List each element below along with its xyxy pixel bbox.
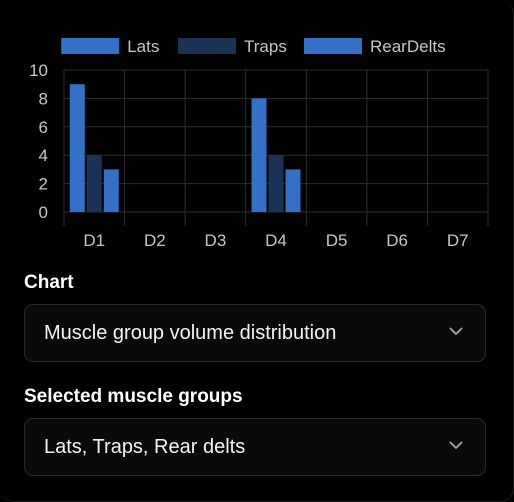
x-tick-label: D6 bbox=[386, 231, 408, 250]
x-tick-label: D5 bbox=[326, 231, 348, 250]
x-tick-label: D2 bbox=[144, 231, 166, 250]
chart-select[interactable]: Muscle group volume distribution bbox=[24, 304, 486, 362]
y-tick-label: 0 bbox=[39, 203, 48, 222]
legend-label-traps: Traps bbox=[244, 37, 287, 56]
muscle-groups-select-label: Selected muscle groups bbox=[24, 386, 243, 407]
legend-label-lats: Lats bbox=[127, 37, 159, 56]
x-tick-label: D7 bbox=[447, 231, 469, 250]
y-tick-label: 10 bbox=[29, 61, 48, 80]
chart-select-value: Muscle group volume distribution bbox=[44, 322, 337, 344]
legend-swatch-traps bbox=[178, 38, 236, 54]
legend-swatch-reardelts bbox=[304, 38, 362, 54]
legend-swatch-lats bbox=[61, 38, 120, 54]
chevron-down-icon bbox=[449, 327, 463, 335]
x-tick-label: D4 bbox=[265, 231, 287, 250]
legend-label-reardelts: RearDelts bbox=[370, 37, 446, 56]
chevron-down-icon bbox=[449, 441, 463, 449]
bar-traps-d4 bbox=[268, 155, 284, 212]
y-tick-label: 4 bbox=[39, 146, 48, 165]
y-tick-label: 6 bbox=[39, 118, 48, 137]
muscle-groups-select-value: Lats, Traps, Rear delts bbox=[44, 436, 246, 458]
bar-reardelts-d1 bbox=[103, 169, 119, 212]
muscle-groups-select[interactable]: Lats, Traps, Rear delts bbox=[24, 418, 486, 476]
volume-chart-card: 0 2 4 6 8 10 D1 D2 D3 D4 D5 D6 D7 Lats Traps RearDelts … bbox=[0, 0, 514, 502]
bar-reardelts-d4 bbox=[285, 169, 301, 212]
y-tick-label: 2 bbox=[39, 175, 48, 194]
x-tick-label: D3 bbox=[205, 231, 227, 250]
chart-select-label: Chart bbox=[24, 272, 74, 293]
bar-traps-d1 bbox=[86, 155, 102, 212]
y-tick-label: 8 bbox=[39, 89, 48, 108]
muscle-volume-bar-chart: 0 2 4 6 8 10 D1 D2 D3 D4 D5 D6 D7 Lats Traps RearDelts bbox=[29, 37, 489, 250]
bar-lats-d1 bbox=[69, 84, 85, 212]
bar-lats-d4 bbox=[251, 98, 267, 212]
x-tick-label: D1 bbox=[83, 231, 105, 250]
